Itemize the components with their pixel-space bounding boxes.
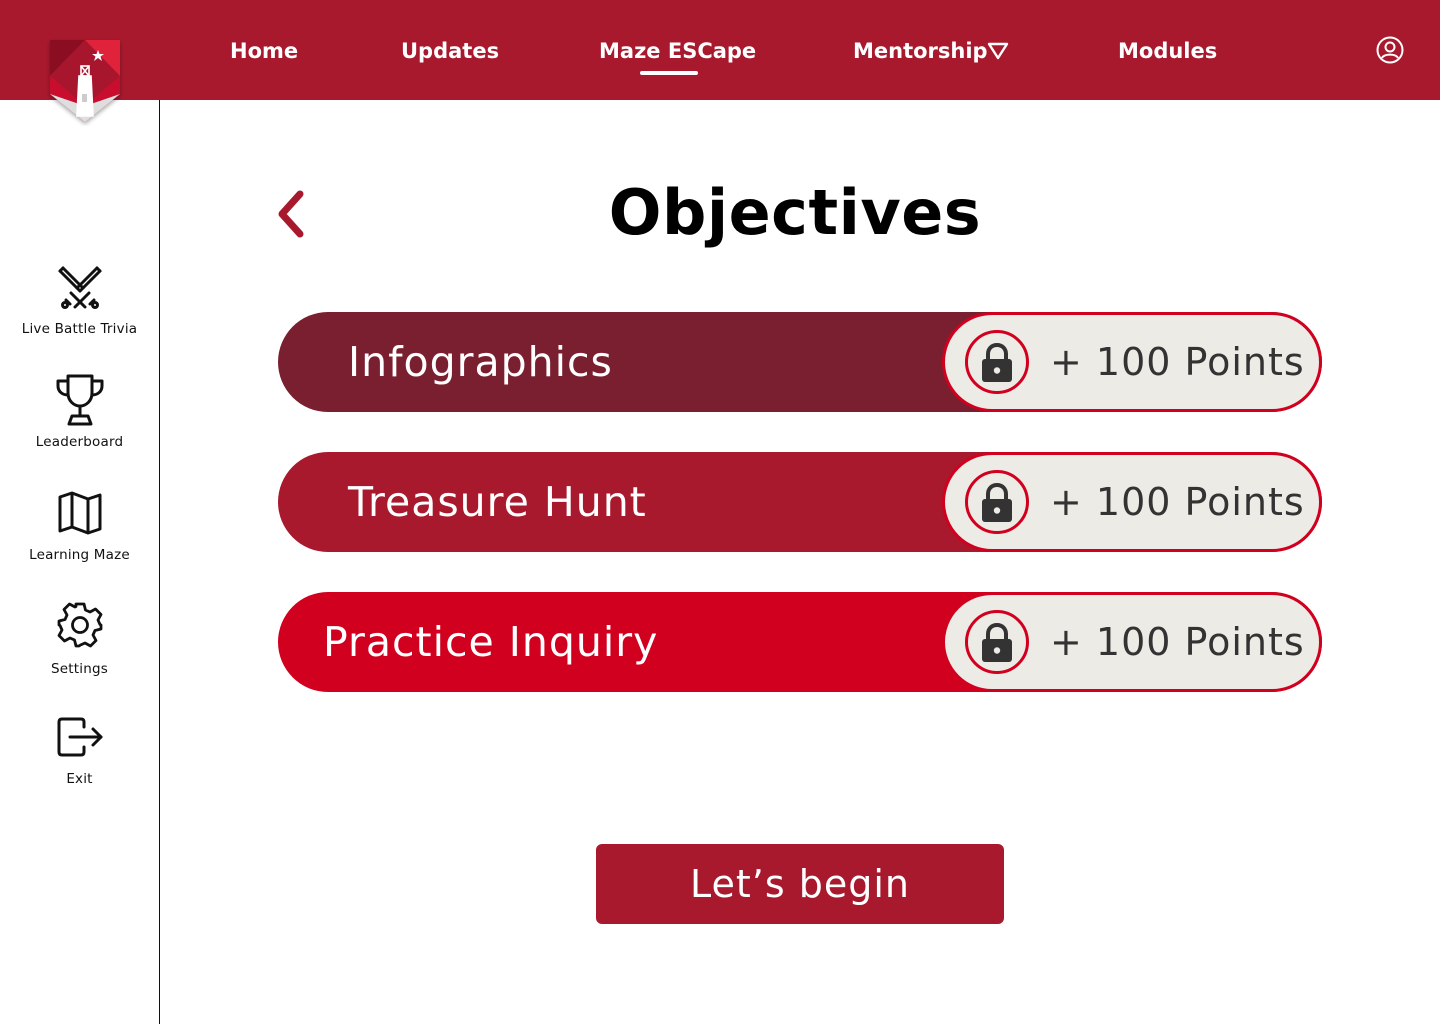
points-pill: + 100 Points	[942, 452, 1322, 552]
nav-item-mentorship[interactable]: Mentorship	[853, 36, 988, 66]
points-label: + 100 Points	[1050, 480, 1305, 524]
lock-badge	[965, 610, 1029, 674]
page-title: Objectives	[608, 176, 982, 249]
lock-badge	[965, 330, 1029, 394]
sidebar-item-exit[interactable]: Exit	[0, 717, 159, 787]
objective-infographics[interactable]: Infographics + 100 Points	[278, 312, 1322, 412]
sidebar-item-label: Leaderboard	[35, 434, 124, 450]
top-navigation-bar: Home Updates Maze ESCape Mentorship Modu…	[0, 0, 1440, 100]
lock-badge	[965, 470, 1029, 534]
sidebar-item-live-battle-trivia[interactable]: Live Battle Trivia	[0, 265, 159, 337]
user-profile-icon[interactable]	[1375, 35, 1405, 65]
nav-item-updates[interactable]: Updates	[401, 36, 499, 66]
sidebar-item-settings[interactable]: Settings	[0, 602, 159, 677]
back-chevron-icon[interactable]	[272, 190, 312, 238]
active-nav-indicator	[640, 71, 698, 75]
nav-item-modules[interactable]: Modules	[1118, 36, 1217, 66]
map-icon	[58, 491, 101, 535]
sidebar-item-label: Exit	[66, 771, 93, 787]
objective-practice-inquiry[interactable]: Practice Inquiry + 100 Points	[278, 592, 1322, 692]
sidebar-item-learning-maze[interactable]: Learning Maze	[0, 491, 159, 563]
sidebar-item-label: Live Battle Trivia	[21, 321, 138, 337]
lighthouse-shield-logo	[50, 40, 120, 122]
gear-icon	[57, 602, 102, 648]
objective-name: Infographics	[348, 338, 613, 386]
lock-icon	[982, 342, 1012, 382]
objective-name: Practice Inquiry	[323, 618, 659, 666]
exit-icon	[57, 717, 102, 757]
objective-name: Treasure Hunt	[348, 478, 647, 526]
points-label: + 100 Points	[1050, 340, 1305, 384]
nav-item-home[interactable]: Home	[230, 36, 298, 66]
objective-treasure-hunt[interactable]: Treasure Hunt + 100 Points	[278, 452, 1322, 552]
sidebar-item-label: Learning Maze	[29, 547, 130, 563]
points-label: + 100 Points	[1050, 620, 1305, 664]
points-pill: + 100 Points	[942, 312, 1322, 412]
trophy-icon	[56, 374, 103, 426]
sidebar-divider	[159, 100, 160, 1024]
sidebar-item-label: Settings	[51, 661, 108, 677]
chevron-down-icon[interactable]	[987, 42, 1009, 60]
lock-icon	[982, 482, 1012, 522]
lets-begin-button[interactable]: Let’s begin	[596, 844, 1004, 924]
crossed-swords-icon	[58, 266, 101, 309]
sidebar-item-leaderboard[interactable]: Leaderboard	[0, 373, 159, 450]
points-pill: + 100 Points	[942, 592, 1322, 692]
nav-item-maze-escape[interactable]: Maze ESCape	[599, 36, 756, 66]
lock-icon	[982, 622, 1012, 662]
